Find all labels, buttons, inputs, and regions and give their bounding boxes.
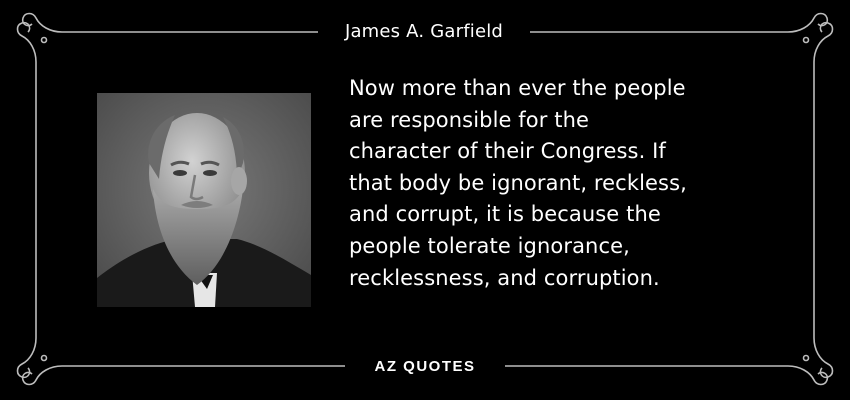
quote-line: are responsible for the bbox=[349, 107, 590, 132]
quote-line: and corrupt, it is because the bbox=[349, 202, 661, 227]
quote-line: people tolerate ignorance, bbox=[349, 233, 630, 258]
quote-line: that body be ignorant, reckless, bbox=[349, 170, 687, 195]
quote-line: Now more than ever the people bbox=[349, 76, 686, 100]
quote-line: character of their Congress. If bbox=[349, 139, 666, 164]
author-portrait bbox=[97, 93, 311, 307]
quote-text: Now more than ever the people are respon… bbox=[349, 73, 789, 294]
quote-line: recklessness, and corruption. bbox=[349, 265, 660, 290]
author-name: James A. Garfield bbox=[344, 21, 504, 42]
az-quotes-logo: AZ QUOTES bbox=[374, 358, 476, 375]
